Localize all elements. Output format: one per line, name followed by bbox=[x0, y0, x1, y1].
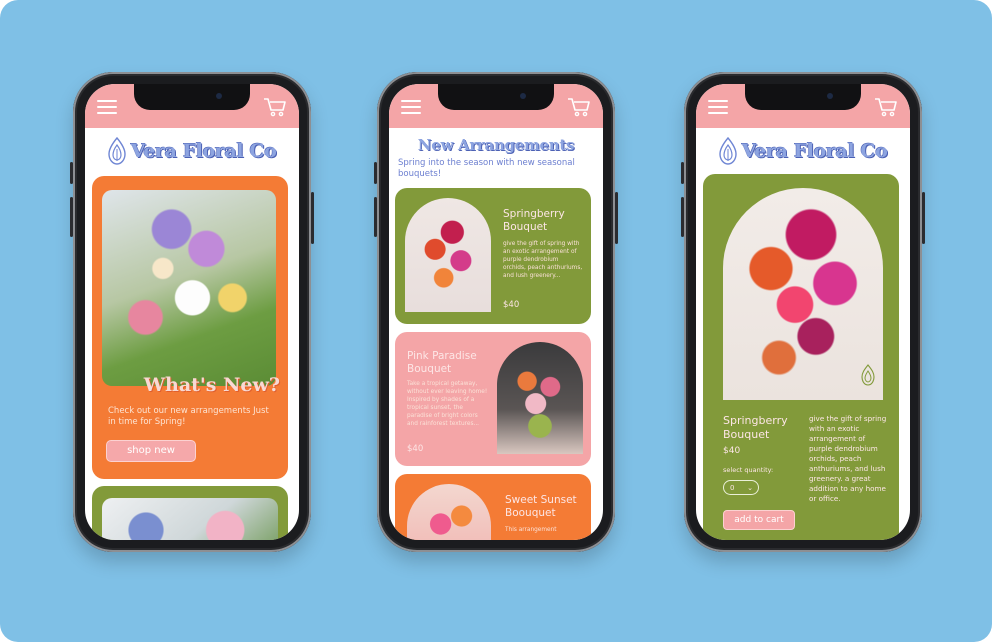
phone-product-detail: Vera Floral Co Springberry Bouquet $40 s… bbox=[681, 72, 925, 552]
hamburger-menu-icon[interactable] bbox=[97, 100, 117, 114]
lotus-logo-icon bbox=[107, 137, 126, 165]
page-title: New Arrangements bbox=[417, 136, 575, 154]
phone-side-button bbox=[374, 162, 377, 184]
featured-card[interactable] bbox=[92, 486, 288, 540]
bouquet-photo bbox=[407, 484, 491, 540]
bouquet-photo bbox=[497, 342, 583, 454]
product-price: $40 bbox=[407, 444, 424, 454]
shopping-cart-icon[interactable] bbox=[567, 97, 591, 117]
phone-side-button bbox=[615, 192, 618, 244]
whats-new-card[interactable]: What's New? Check out our new arrangemen… bbox=[92, 176, 288, 479]
product-name: Springberry Bouquet bbox=[723, 414, 788, 441]
chevron-down-icon: ⌄ bbox=[747, 484, 753, 492]
product-detail-card: Springberry Bouquet $40 select quantity:… bbox=[703, 174, 899, 540]
quantity-label: select quantity: bbox=[723, 466, 774, 474]
product-name: Sweet Sunset Boouquet bbox=[505, 494, 577, 519]
product-description: give the gift of spring with an exotic a… bbox=[809, 414, 887, 503]
hamburger-menu-icon[interactable] bbox=[708, 100, 728, 114]
product-price: $40 bbox=[503, 300, 520, 310]
brand-header[interactable]: Vera Floral Co bbox=[696, 134, 910, 168]
bouquet-photo bbox=[102, 498, 278, 540]
brand-header[interactable]: Vera Floral Co bbox=[85, 134, 299, 168]
camera-icon bbox=[216, 93, 222, 99]
phone-side-button bbox=[70, 197, 73, 237]
shop-new-button[interactable]: shop new bbox=[106, 440, 196, 462]
phone-side-button bbox=[681, 162, 684, 184]
product-description: This arrangement bbox=[505, 527, 557, 533]
brand-name: Vera Floral Co bbox=[130, 140, 277, 162]
screen-product-detail: Vera Floral Co Springberry Bouquet $40 s… bbox=[696, 84, 910, 540]
camera-icon bbox=[520, 93, 526, 99]
product-name: Pink Paradise Bouquet bbox=[407, 350, 477, 375]
product-description: give the gift of spring with an exotic a… bbox=[503, 241, 583, 279]
bouquet-photo bbox=[723, 188, 883, 400]
phone-notch bbox=[745, 84, 861, 110]
phone-side-button bbox=[681, 197, 684, 237]
bouquet-photo bbox=[405, 198, 491, 312]
product-price: $40 bbox=[723, 446, 741, 456]
camera-icon bbox=[827, 93, 833, 99]
product-card[interactable]: Sweet Sunset Boouquet This arrangement bbox=[395, 474, 591, 540]
brand-name: Vera Floral Co bbox=[741, 140, 888, 162]
quantity-value: 0 bbox=[730, 484, 735, 492]
screen-home: Vera Floral Co What's New? Check out our… bbox=[85, 84, 299, 540]
page-subtitle: Spring into the season with new seasonal… bbox=[398, 158, 575, 179]
product-description: Take a tropical getaway, without ever le… bbox=[407, 381, 488, 427]
add-to-cart-button[interactable]: add to cart bbox=[723, 510, 795, 530]
shopping-cart-icon[interactable] bbox=[263, 97, 287, 117]
quantity-select[interactable]: 0 ⌄ bbox=[723, 480, 759, 495]
phone-notch bbox=[134, 84, 250, 110]
phone-notch bbox=[438, 84, 554, 110]
shopping-cart-icon[interactable] bbox=[874, 97, 898, 117]
phone-side-button bbox=[374, 197, 377, 237]
lotus-logo-icon bbox=[861, 364, 875, 386]
hamburger-menu-icon[interactable] bbox=[401, 100, 421, 114]
whats-new-subtext: Check out our new arrangements Just in t… bbox=[108, 406, 269, 427]
screen-arrangements: New Arrangements Spring into the season … bbox=[389, 84, 603, 540]
mockup-background: Vera Floral Co What's New? Check out our… bbox=[0, 0, 992, 642]
phone-side-button bbox=[311, 192, 314, 244]
lotus-logo-icon bbox=[718, 137, 737, 165]
whats-new-headline: What's New? bbox=[143, 374, 280, 396]
product-name: Springberry Bouquet bbox=[503, 208, 565, 233]
product-card[interactable]: Springberry Bouquet give the gift of spr… bbox=[395, 188, 591, 324]
phone-arrangements: New Arrangements Spring into the season … bbox=[374, 72, 618, 552]
product-card[interactable]: Pink Paradise Bouquet Take a tropical ge… bbox=[395, 332, 591, 466]
phone-side-button bbox=[922, 192, 925, 244]
phone-home: Vera Floral Co What's New? Check out our… bbox=[70, 72, 314, 552]
bouquet-photo bbox=[102, 190, 276, 386]
phone-side-button bbox=[70, 162, 73, 184]
